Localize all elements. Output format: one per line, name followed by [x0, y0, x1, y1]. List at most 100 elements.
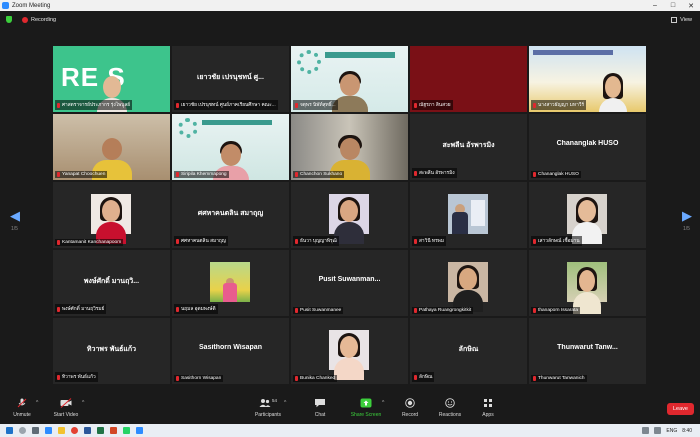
- share-options-caret-icon[interactable]: ^: [382, 400, 384, 406]
- participant-tile[interactable]: thanaporn Issarata: [529, 250, 646, 316]
- security-shield-icon[interactable]: [6, 16, 12, 23]
- zoom-taskbar-icon[interactable]: [136, 427, 143, 434]
- next-page-arrow-icon[interactable]: ▶: [682, 208, 692, 224]
- previous-page-arrow-icon[interactable]: ◀: [10, 208, 20, 224]
- gallery-grid: RE S ศาสตราจารย์ประภากร รุ่งไพบูลย์ เยาว…: [53, 46, 649, 386]
- participant-tile[interactable]: Chanchon Sukhano: [291, 114, 408, 180]
- search-icon[interactable]: [19, 427, 26, 434]
- participant-photo: [448, 262, 488, 312]
- muted-mic-icon: [295, 308, 298, 313]
- participant-tile[interactable]: ลักษิณ ลักษิณ: [410, 318, 527, 384]
- participant-name-label: Chananglak HUSO: [531, 171, 581, 178]
- chrome-icon[interactable]: [71, 427, 78, 434]
- participant-name-label: ศาสตราจารย์ประภากร รุ่งไพบูลย์: [55, 100, 133, 110]
- meeting-top-bar: Recording View: [0, 11, 700, 28]
- maximize-icon[interactable]: □: [664, 2, 682, 10]
- chat-button[interactable]: Chat: [300, 398, 340, 418]
- view-button[interactable]: View: [671, 16, 692, 23]
- view-label: View: [680, 16, 692, 23]
- video-camera-off-icon: [60, 398, 72, 408]
- participant-tile[interactable]: ธันวา บุญญาพิรุฒิ: [291, 182, 408, 248]
- participant-name-label: จตุพร นิพัท์สุทธิ์...: [293, 100, 338, 110]
- audio-options-caret-icon[interactable]: ^: [36, 400, 38, 406]
- muted-mic-icon: [295, 376, 298, 381]
- muted-mic-icon: [176, 172, 179, 177]
- participant-tile[interactable]: ทิวาพร พันธ์แก้ว ทิวาพร พันธ์แก้ว: [53, 318, 170, 384]
- participant-tile[interactable]: สะพลีน อัรพารมิง สะพลีน อัรพารมิง: [410, 114, 527, 180]
- participant-name-label: ณัฐรภา สินสวย: [412, 100, 453, 110]
- participant-name-label: สะพลีน อัรพารมิง: [412, 168, 457, 178]
- minimize-icon[interactable]: –: [646, 2, 664, 10]
- network-icon[interactable]: [642, 427, 650, 434]
- start-menu-icon[interactable]: [6, 427, 13, 434]
- volume-icon[interactable]: [654, 427, 662, 434]
- system-tray: ENG 8:40: [642, 427, 692, 434]
- leave-button[interactable]: Leave: [667, 403, 694, 415]
- participant-tile[interactable]: นางสาวธัญญา มหาวีร์: [529, 46, 646, 112]
- clock[interactable]: 8:40: [682, 428, 692, 434]
- participant-tile[interactable]: Sasithorn Wisapan Sasithorn Wisapan: [172, 318, 289, 384]
- participant-name-label: ทิวาพร พันธ์แก้ว: [55, 372, 98, 382]
- participant-name-label: Pusit Suwanmanee: [293, 307, 344, 314]
- record-button[interactable]: Record: [390, 398, 430, 418]
- participant-tile[interactable]: Bunika Chanked: [291, 318, 408, 384]
- participant-tile-active-speaker[interactable]: จตุพร นิพัท์สุทธิ์...: [291, 46, 408, 112]
- excel-icon[interactable]: [97, 427, 104, 434]
- participants-button[interactable]: 54 Participants: [248, 398, 288, 418]
- participant-tile[interactable]: Pathaya Ruangrongkitkit: [410, 250, 527, 316]
- participant-tile[interactable]: Thunwarut Tanw... Thunwarut Tanwanich: [529, 318, 646, 384]
- participant-name-label: ธันวา บุญญาพิรุฒิ: [293, 236, 339, 246]
- participants-options-caret-icon[interactable]: ^: [284, 400, 286, 406]
- edge-browser-icon[interactable]: [45, 427, 52, 434]
- muted-mic-icon: [57, 374, 60, 380]
- muted-mic-icon: [176, 102, 179, 108]
- participant-tile[interactable]: RE S ศาสตราจารย์ประภากร รุ่งไพบูลย์: [53, 46, 170, 112]
- participant-tile[interactable]: Kantamanit Kanchanapoom: [53, 182, 170, 248]
- file-explorer-icon[interactable]: [58, 427, 65, 434]
- participant-tile[interactable]: เสาวลักษณ์ เชื้อมาน: [529, 182, 646, 248]
- reactions-smiley-icon: [445, 398, 455, 408]
- participant-tile[interactable]: สาวินี ทรพม: [410, 182, 527, 248]
- participant-tile[interactable]: พงษ์ศักดิ์ มานฤวิ... พงษ์ศักดิ์ มานฤวิรม…: [53, 250, 170, 316]
- participant-tile[interactable]: Yanapat Choochuen: [53, 114, 170, 180]
- participant-name-label: ลักษิณ: [412, 372, 435, 382]
- start-video-button[interactable]: Start Video: [46, 398, 86, 418]
- participant-photo: [448, 194, 488, 234]
- task-view-icon[interactable]: [32, 427, 39, 434]
- participant-name-label: ศศหาคนตลิน สมาฤุญ: [174, 236, 228, 246]
- muted-mic-icon: [414, 102, 417, 108]
- participant-tile[interactable]: ศศหาคนตลิน สมาฤุญ ศศหาคนตลิน สมาฤุญ: [172, 182, 289, 248]
- participant-photo: [567, 262, 607, 314]
- reactions-button[interactable]: Reactions: [430, 398, 470, 418]
- participant-name-label: Chanchon Sukhano: [293, 171, 345, 178]
- participant-photo: [329, 330, 369, 380]
- participant-tile[interactable]: ณัฐรภา สินสวย: [410, 46, 527, 112]
- participant-tile[interactable]: Pusit Suwanman... Pusit Suwanmanee: [291, 250, 408, 316]
- participant-tile[interactable]: เยาวชัย เปรนุชทน์ ศู... เยาวชัย เปรนุชทน…: [172, 46, 289, 112]
- muted-mic-icon: [57, 102, 60, 108]
- muted-mic-icon: [57, 306, 60, 312]
- muted-mic-icon: [176, 238, 179, 244]
- share-screen-icon: [360, 398, 372, 408]
- participant-name-label: Pathaya Ruangrongkitkit: [412, 307, 474, 314]
- participant-tile[interactable]: Siripila Khemmapong: [172, 114, 289, 180]
- close-icon[interactable]: ✕: [682, 2, 700, 10]
- powerpoint-icon[interactable]: [110, 427, 117, 434]
- window-controls: – □ ✕: [646, 2, 700, 10]
- video-options-caret-icon[interactable]: ^: [82, 400, 84, 406]
- right-page-indicator: 1/5: [683, 226, 690, 232]
- view-grid-icon: [671, 16, 678, 23]
- record-icon: [405, 398, 415, 408]
- muted-mic-icon: [295, 172, 298, 177]
- word-icon[interactable]: [84, 427, 91, 434]
- apps-button[interactable]: Apps: [468, 398, 508, 418]
- zoom-window: Zoom Meeting – □ ✕ Recording View ◀ 1/5 …: [0, 0, 700, 437]
- participant-tile[interactable]: นฤมล อุดมพงษ์ดี: [172, 250, 289, 316]
- line-app-icon[interactable]: [123, 427, 130, 434]
- participant-name-label: พงษ์ศักดิ์ มานฤวิรมย์: [55, 304, 107, 314]
- participant-tile[interactable]: Chananglak HUSO Chananglak HUSO: [529, 114, 646, 180]
- meeting-toolbar: Unmute ^ Start Video ^ 54 Participants ^: [0, 394, 700, 424]
- share-screen-button[interactable]: Share Screen: [346, 398, 386, 418]
- muted-mic-icon: [57, 172, 60, 177]
- input-language[interactable]: ENG: [666, 428, 677, 434]
